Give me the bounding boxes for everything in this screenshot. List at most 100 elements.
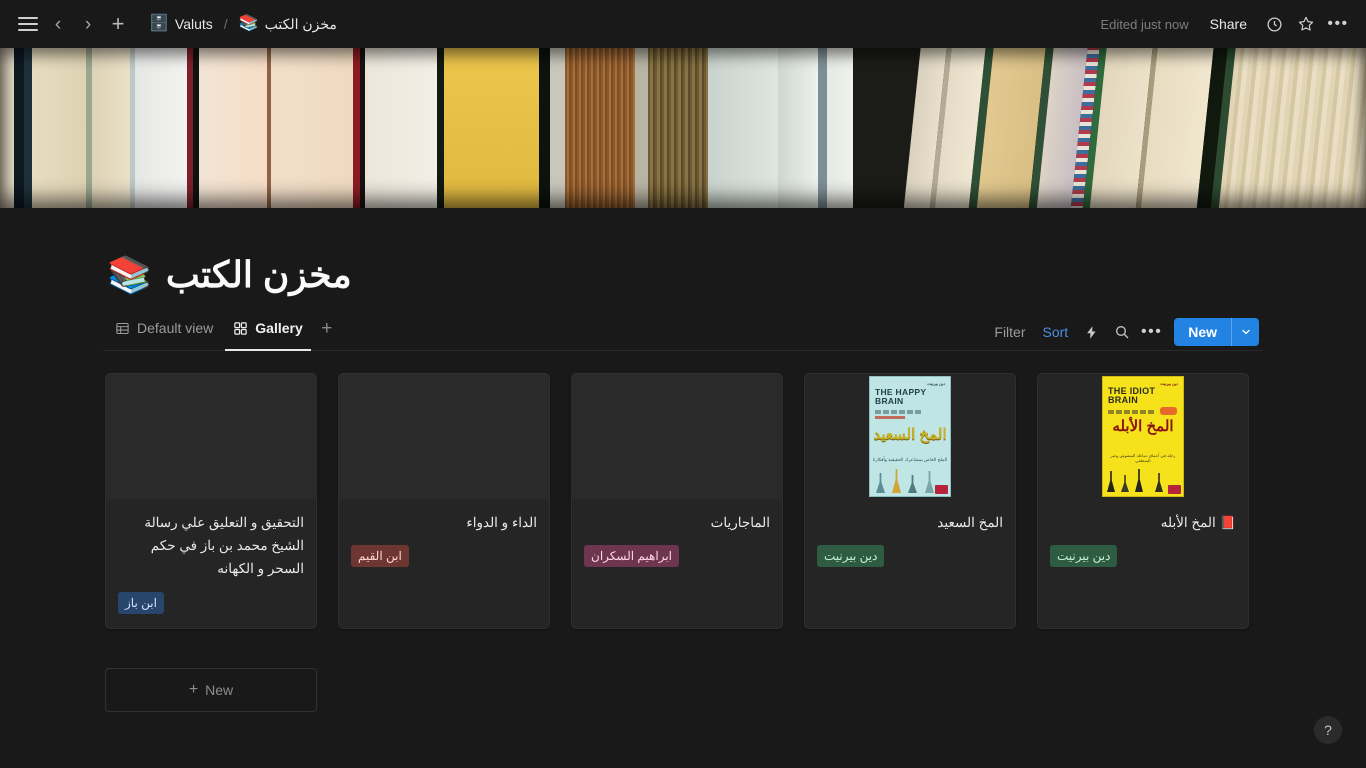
new-gallery-card-label: New <box>205 682 233 698</box>
cover-title-ar: المخ الأبله <box>1103 419 1183 435</box>
gallery-card[interactable]: دين بيرنيت THE IDIOT BRAIN المخ الأبله ر… <box>1037 373 1249 629</box>
new-page-button[interactable]: + <box>104 10 132 38</box>
tab-default-view[interactable]: Default view <box>107 314 221 350</box>
breadcrumb-current-label: مخزن الكتب <box>265 16 337 33</box>
new-record-dropdown-button[interactable] <box>1231 318 1259 346</box>
favorite-button[interactable] <box>1292 10 1320 38</box>
cover-publisher-logo <box>935 485 948 494</box>
more-horizontal-icon: ••• <box>1141 327 1162 337</box>
cover-subtitle-lines <box>1108 410 1154 414</box>
card-tag-row: ابن باز <box>118 592 304 614</box>
cover-figure <box>1121 475 1129 492</box>
gallery-card[interactable]: التحقيق و التعليق علي رسالة الشيخ محمد ب… <box>105 373 317 629</box>
cover-figure <box>1155 473 1163 492</box>
view-tabs: Default view Gallery + <box>107 314 339 350</box>
gallery-card[interactable]: الداء و الدواء ابن القيم <box>338 373 550 629</box>
cover-figure <box>925 471 934 493</box>
card-title: الداء و الدواء <box>351 511 537 534</box>
cover-figure <box>892 469 901 493</box>
cover-publisher-logo <box>1168 485 1181 494</box>
cover-title-en: THE HAPPY BRAIN <box>875 388 950 406</box>
card-title: الماجاريات <box>584 511 770 534</box>
table-icon <box>115 321 130 336</box>
cover-banner[interactable] <box>0 48 1366 208</box>
page-icon[interactable]: 📚 <box>107 257 152 293</box>
card-title-text: المخ الأبله <box>1161 515 1216 530</box>
card-tag[interactable]: ابراهيم السكران <box>584 545 679 567</box>
view-more-button[interactable]: ••• <box>1138 319 1165 346</box>
cover-figure <box>1135 469 1143 492</box>
more-horizontal-icon: ••• <box>1327 19 1348 29</box>
cover-figure <box>1107 471 1115 492</box>
tab-gallery-label: Gallery <box>255 320 302 336</box>
card-cover <box>572 374 782 499</box>
page-content: 📚 مخزن الكتب Default view Gallery <box>103 208 1263 712</box>
books-icon: 📚 <box>239 16 259 32</box>
card-tag[interactable]: دين بيرنيت <box>1050 545 1117 567</box>
star-icon <box>1297 15 1315 33</box>
card-tag-row: دين بيرنيت <box>1050 545 1236 567</box>
gallery-card[interactable]: دين بيرنيت THE HAPPY BRAIN المخ السعيد ا… <box>804 373 1016 629</box>
clock-icon <box>1266 16 1283 33</box>
share-button[interactable]: Share <box>1201 12 1256 36</box>
new-record-button[interactable]: New <box>1174 318 1231 346</box>
book-cover-image: دين بيرنيت THE HAPPY BRAIN المخ السعيد ا… <box>869 376 951 497</box>
cover-author-ar: دين بيرنيت <box>927 381 945 386</box>
card-cover: دين بيرنيت THE IDIOT BRAIN المخ الأبله ر… <box>1038 374 1248 499</box>
page-title[interactable]: مخزن الكتب <box>166 254 352 296</box>
page-more-button[interactable]: ••• <box>1324 10 1352 38</box>
card-tag-row: ابن القيم <box>351 545 537 567</box>
filter-button[interactable]: Filter <box>987 320 1032 344</box>
search-icon <box>1114 324 1130 340</box>
card-tag-row: ابراهيم السكران <box>584 545 770 567</box>
top-bar-right: Edited just now Share ••• <box>1092 10 1352 38</box>
help-button[interactable]: ? <box>1314 716 1342 744</box>
forward-button[interactable]: › <box>74 10 102 38</box>
card-body: التحقيق و التعليق علي رسالة الشيخ محمد ب… <box>106 499 316 628</box>
breadcrumb-item-parent[interactable]: 🗄️ Valuts <box>144 14 218 34</box>
gallery-grid: التحقيق و التعليق علي رسالة الشيخ محمد ب… <box>103 373 1263 712</box>
card-body: الماجاريات ابراهيم السكران <box>572 499 782 581</box>
lightning-icon <box>1084 325 1099 340</box>
edited-status[interactable]: Edited just now <box>1092 14 1196 35</box>
gallery-card[interactable]: الماجاريات ابراهيم السكران <box>571 373 783 629</box>
card-tag[interactable]: دين بيرنيت <box>817 545 884 567</box>
top-bar-left: ‹ › + 🗄️ Valuts / 📚 مخزن الكتب <box>14 10 342 38</box>
sort-button[interactable]: Sort <box>1036 320 1076 344</box>
plus-icon: + <box>189 681 198 699</box>
book-cover-image: دين بيرنيت THE IDIOT BRAIN المخ الأبله ر… <box>1102 376 1184 497</box>
new-record-button-group: New <box>1174 318 1259 346</box>
cover-tagline: الملح الخاص بمشاعرك الحقيقية وأفكارنا <box>870 457 950 463</box>
breadcrumb: 🗄️ Valuts / 📚 مخزن الكتب <box>144 14 342 35</box>
breadcrumb-parent-label: Valuts <box>175 16 213 32</box>
tab-default-view-label: Default view <box>137 320 213 336</box>
grid-icon <box>233 321 248 336</box>
card-tag[interactable]: ابن باز <box>118 592 164 614</box>
hamburger-menu-button[interactable] <box>14 10 42 38</box>
card-title: المخ السعيد <box>817 511 1003 534</box>
card-tag-row: دين بيرنيت <box>817 545 1003 567</box>
cover-accent-line <box>875 416 905 419</box>
cover-title-ar: المخ السعيد <box>870 427 950 443</box>
cover-speech-bubble <box>1160 407 1177 415</box>
search-button[interactable] <box>1108 319 1135 346</box>
breadcrumb-item-current[interactable]: 📚 مخزن الكتب <box>234 14 342 35</box>
cover-figure <box>876 473 885 493</box>
card-title-emoji: 📕 <box>1220 515 1236 530</box>
chevron-down-icon <box>1240 326 1252 338</box>
card-body: الداء و الدواء ابن القيم <box>339 499 549 581</box>
card-tag[interactable]: ابن القيم <box>351 545 409 567</box>
view-bar: Default view Gallery + Filter Sort <box>103 314 1263 351</box>
add-view-button[interactable]: + <box>315 317 339 341</box>
back-button[interactable]: ‹ <box>44 10 72 38</box>
card-cover: دين بيرنيت THE HAPPY BRAIN المخ السعيد ا… <box>805 374 1015 499</box>
card-title: التحقيق و التعليق علي رسالة الشيخ محمد ب… <box>118 511 304 581</box>
card-body: المخ السعيد دين بيرنيت <box>805 499 1015 581</box>
tab-gallery[interactable]: Gallery <box>225 314 310 350</box>
card-cover <box>339 374 549 499</box>
history-button[interactable] <box>1260 10 1288 38</box>
cover-tagline: رحلة في أعماق دماغك المشوش وغير المنطقي <box>1103 453 1183 463</box>
automation-button[interactable] <box>1078 319 1105 346</box>
card-cover <box>106 374 316 499</box>
new-gallery-card-button[interactable]: + New <box>105 668 317 712</box>
